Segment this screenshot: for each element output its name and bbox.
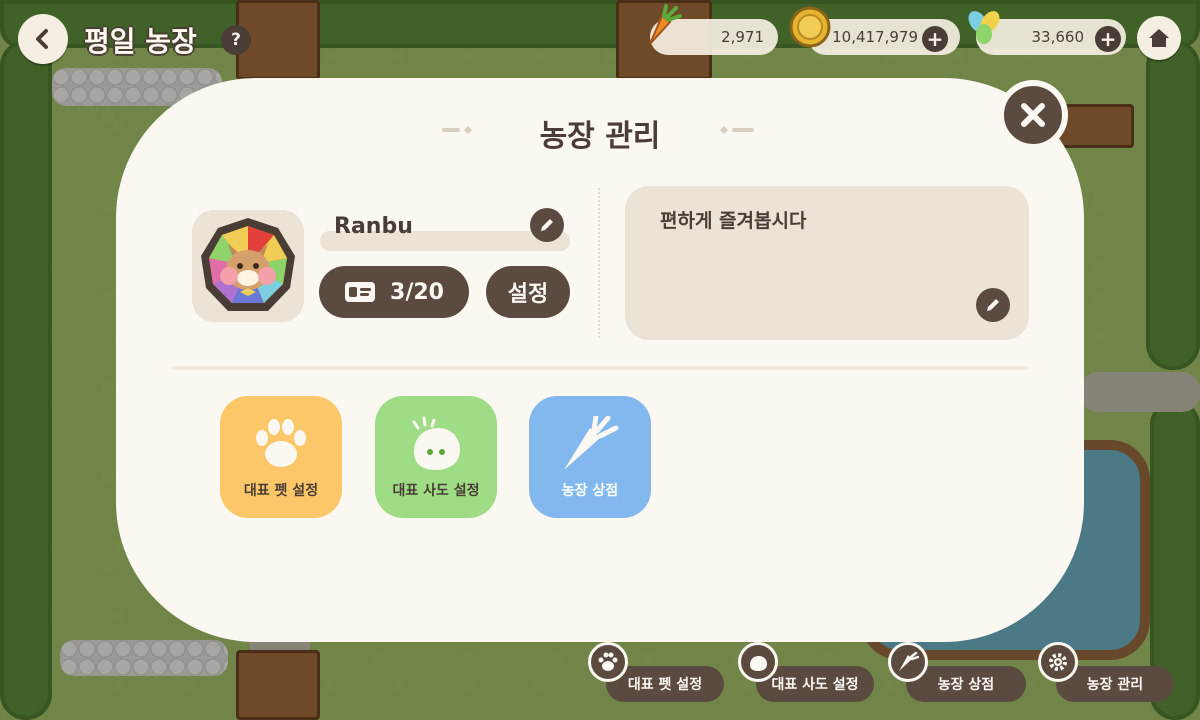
carrot-icon [564, 416, 619, 470]
farm-management-modal: 농장 관리 Ranbu 3/20 설정 편하게 즐겨봅시다 대표 펫 설정 대표… [116, 78, 1084, 642]
close-button[interactable] [998, 80, 1068, 150]
title-ornament [442, 126, 472, 134]
paw-icon [256, 419, 306, 467]
spirit-icon [738, 642, 778, 682]
nickname: Ranbu [334, 214, 413, 239]
carrot-count: 2,971 [721, 28, 764, 46]
tile-label: 농장 상점 [561, 483, 619, 499]
spirit-icon [412, 416, 460, 470]
coin-count: 10,417,979 [832, 28, 918, 46]
farm-shop-tile[interactable]: 농장 상점 [529, 396, 651, 518]
add-coin-button[interactable]: + [922, 26, 948, 52]
gear-icon [1038, 642, 1078, 682]
representative-pet-tile[interactable]: 대표 펫 설정 [220, 396, 342, 518]
avatar [201, 218, 295, 311]
carrot-icon [649, 4, 682, 45]
settings-button[interactable]: 설정 [486, 266, 570, 318]
home-icon [1149, 29, 1169, 47]
bottom-label: 대표 사도 설정 [771, 677, 859, 693]
close-icon [1021, 103, 1045, 127]
back-button[interactable] [18, 14, 68, 64]
add-clover-button[interactable]: + [1095, 26, 1121, 52]
horizontal-divider [172, 366, 1028, 370]
pencil-icon [987, 299, 999, 311]
bottom-label: 농장 상점 [937, 677, 995, 693]
tile-label: 대표 펫 설정 [243, 483, 319, 499]
coin-icon [789, 6, 831, 48]
edit-nickname-button[interactable] [530, 208, 564, 242]
representative-spirit-tile[interactable]: 대표 사도 설정 [375, 396, 497, 518]
bottom-label: 대표 펫 설정 [627, 677, 703, 693]
farm-title: 평일 농장 [84, 25, 197, 58]
edit-intro-button[interactable] [976, 288, 1010, 322]
id-card-icon [345, 282, 376, 302]
clover-icon [968, 11, 1000, 44]
guide-book-icon[interactable]: ? [221, 25, 251, 55]
clover-count: 33,660 [1031, 28, 1085, 46]
intro-text: 편하게 즐겨봅시다 [660, 210, 807, 232]
visitor-count-button[interactable]: 3/20 [319, 266, 469, 318]
profile-avatar-frame[interactable] [192, 210, 304, 322]
section-divider [598, 188, 600, 338]
pencil-icon [541, 219, 553, 231]
bottom-label: 농장 관리 [1086, 677, 1144, 693]
tile-label: 대표 사도 설정 [392, 483, 480, 499]
visitor-count: 3/20 [390, 279, 444, 305]
paw-icon [588, 642, 628, 682]
chevron-left-icon [36, 29, 48, 49]
title-ornament [720, 126, 754, 134]
home-button[interactable] [1137, 16, 1181, 60]
top-hud: 평일 농장 ? 2,971 10,417,979 + 33,660 + [0, 0, 1200, 80]
carrot-icon [888, 642, 928, 682]
modal-title: 농장 관리 [539, 119, 661, 154]
